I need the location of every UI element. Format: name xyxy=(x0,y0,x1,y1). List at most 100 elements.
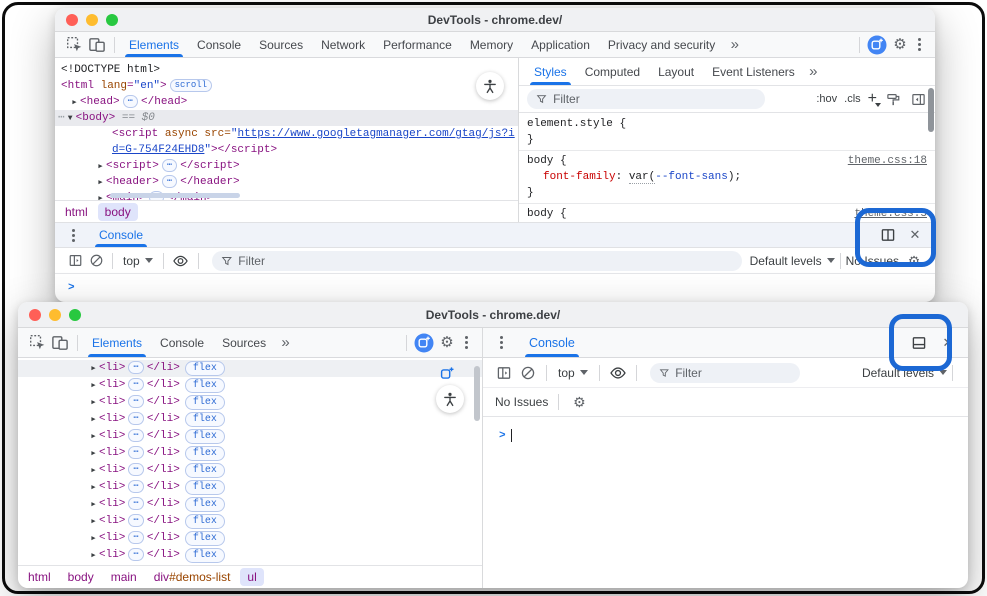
dom-row-script-gtag-2[interactable]: d=G-754F24EHD8"></script> xyxy=(55,142,518,158)
li-row[interactable]: ▶<li>⋯</li>flex xyxy=(18,530,482,547)
disclosure-arrow-icon[interactable]: ▶ xyxy=(88,514,99,531)
disclosure-arrow-icon[interactable]: ▶ xyxy=(95,159,106,175)
vertical-scrollbar-thumb[interactable] xyxy=(928,88,934,132)
expand-ellipsis-button[interactable]: ⋯ xyxy=(128,480,143,493)
console-filter[interactable] xyxy=(650,363,800,383)
dom-row-script-gtag-1[interactable]: <script async src="https://www.googletag… xyxy=(55,126,518,142)
panel-tab-console[interactable]: Console xyxy=(525,328,579,357)
execution-context-selector[interactable]: top xyxy=(118,254,158,268)
li-row[interactable]: ▶<li>⋯</li>flex xyxy=(18,479,482,496)
rule-element-style[interactable]: element.style { xyxy=(519,116,935,132)
breadcrumb-div-demos-list[interactable]: div#demos-list xyxy=(147,568,238,586)
dom-row-doctype[interactable]: <!DOCTYPE html> xyxy=(55,62,518,78)
gtag-url-link[interactable]: d=G-754F24EHD8 xyxy=(112,144,204,156)
zoom-window-button[interactable] xyxy=(69,309,81,321)
tab-elements[interactable]: Elements xyxy=(83,328,151,357)
expand-ellipsis-button[interactable]: ⋯ xyxy=(128,429,143,442)
disclosure-arrow-icon[interactable]: ▶ xyxy=(88,378,99,395)
tab-application[interactable]: Application xyxy=(522,32,599,57)
settings-button[interactable]: ⚙ xyxy=(889,37,911,52)
breadcrumb-html[interactable]: html xyxy=(58,203,95,221)
accessibility-overlay-button[interactable] xyxy=(436,385,464,413)
dom-row-body[interactable]: ⋯▼<body> == $0 xyxy=(55,110,518,126)
disclosure-arrow-icon[interactable]: ▶ xyxy=(88,531,99,548)
minimize-window-button[interactable] xyxy=(49,309,61,321)
disclosure-arrow-icon[interactable]: ▶ xyxy=(88,412,99,429)
disclosure-arrow-icon[interactable]: ▶ xyxy=(88,548,99,565)
tab-sources[interactable]: Sources xyxy=(213,328,275,357)
styles-filter-input[interactable] xyxy=(553,92,756,106)
new-style-rule-button[interactable]: + xyxy=(868,90,877,108)
flex-badge[interactable]: flex xyxy=(185,361,225,376)
flex-badge[interactable]: flex xyxy=(185,446,225,461)
disclosure-arrow-icon[interactable]: ▶ xyxy=(95,191,106,200)
drawer-menu-button[interactable] xyxy=(65,227,81,243)
li-row[interactable]: ▶<li>⋯</li>flex xyxy=(18,428,482,445)
zoom-window-button[interactable] xyxy=(106,14,118,26)
disclosure-arrow-icon[interactable]: ▶ xyxy=(69,95,80,111)
customize-devtools-button[interactable] xyxy=(911,37,927,53)
expand-ellipsis-button[interactable]: ⋯ xyxy=(128,531,143,544)
tab-sources[interactable]: Sources xyxy=(250,32,312,57)
li-row[interactable]: ▶<li>⋯</li>flex xyxy=(18,445,482,462)
show-console-sidebar-button[interactable] xyxy=(65,253,85,268)
ai-page-indicator[interactable] xyxy=(436,363,458,385)
create-live-expression-button[interactable] xyxy=(605,366,631,380)
console-settings-button[interactable]: ⚙ xyxy=(569,395,589,409)
expand-ellipsis-button[interactable]: ⋯ xyxy=(128,514,143,527)
log-levels-dropdown[interactable]: Default levels xyxy=(750,254,835,268)
tab-console[interactable]: Console xyxy=(151,328,213,357)
disclosure-arrow-icon[interactable]: ▶ xyxy=(88,429,99,446)
disclosure-arrow-icon[interactable]: ▶ xyxy=(88,497,99,514)
clear-console-button[interactable] xyxy=(85,253,107,268)
customize-devtools-button[interactable] xyxy=(458,335,474,351)
flex-badge[interactable]: flex xyxy=(185,548,225,563)
dom-row-header[interactable]: ▶<header>⋯</header> xyxy=(55,174,518,190)
console-filter-input[interactable] xyxy=(238,254,732,268)
tab-event-listeners[interactable]: Event Listeners xyxy=(703,58,804,85)
li-row[interactable]: ▶<li>⋯</li>flex xyxy=(18,496,482,513)
disclosure-arrow-icon[interactable]: ▼ xyxy=(65,111,76,127)
more-tabs-button[interactable]: » xyxy=(275,334,295,351)
declaration-font-family[interactable]: font-family: var(--font-sans); xyxy=(519,169,935,185)
device-toolbar-button[interactable] xyxy=(85,35,109,55)
drawer-tab-console[interactable]: Console xyxy=(95,223,147,247)
flex-badge[interactable]: flex xyxy=(185,395,225,410)
settings-button[interactable]: ⚙ xyxy=(436,335,458,350)
ai-assistance-button[interactable] xyxy=(412,333,436,353)
disclosure-arrow-icon[interactable]: ▶ xyxy=(88,446,99,463)
disclosure-arrow-icon[interactable]: ▶ xyxy=(88,463,99,480)
breadcrumb-html[interactable]: html xyxy=(21,568,58,586)
close-window-button[interactable] xyxy=(29,309,41,321)
rule-body-theme18[interactable]: body {theme.css:18 xyxy=(519,153,935,169)
tab-computed[interactable]: Computed xyxy=(576,58,649,85)
breadcrumb-body[interactable]: body xyxy=(98,203,138,221)
breadcrumb-ul[interactable]: ul xyxy=(240,568,263,586)
console-prompt[interactable]: > xyxy=(55,274,935,294)
flex-badge[interactable]: flex xyxy=(185,497,225,512)
horizontal-scrollbar-thumb[interactable] xyxy=(110,193,240,198)
sidebar-panel-toggle-button[interactable] xyxy=(909,92,927,107)
ai-assistance-button[interactable] xyxy=(865,35,889,55)
clear-console-button[interactable] xyxy=(515,365,541,381)
expand-ellipsis-button[interactable]: ⋯ xyxy=(128,497,143,510)
expand-ellipsis-button[interactable]: ⋯ xyxy=(128,361,143,374)
expand-ellipsis-button[interactable]: ⋯ xyxy=(162,159,177,172)
disclosure-arrow-icon[interactable]: ▶ xyxy=(88,361,99,378)
rendering-emulation-button[interactable] xyxy=(884,92,902,107)
more-tabs-button[interactable]: » xyxy=(724,36,744,53)
expand-ellipsis-button[interactable]: ⋯ xyxy=(128,463,143,476)
expand-ellipsis-button[interactable]: ⋯ xyxy=(128,548,143,561)
flex-badge[interactable]: flex xyxy=(185,463,225,478)
flex-badge[interactable]: flex xyxy=(185,429,225,444)
minimize-window-button[interactable] xyxy=(86,14,98,26)
inspect-element-button[interactable] xyxy=(26,333,48,353)
row-menu-dots[interactable]: ⋯ xyxy=(55,112,65,124)
more-sidebar-tabs-button[interactable]: » xyxy=(804,63,822,80)
expand-ellipsis-button[interactable]: ⋯ xyxy=(128,412,143,425)
li-row[interactable]: ▶<li>⋯</li>flex xyxy=(18,411,482,428)
console-filter[interactable] xyxy=(212,251,742,271)
inspect-element-button[interactable] xyxy=(63,35,85,55)
accessibility-overlay-button[interactable] xyxy=(476,72,504,100)
create-live-expression-button[interactable] xyxy=(169,254,193,268)
